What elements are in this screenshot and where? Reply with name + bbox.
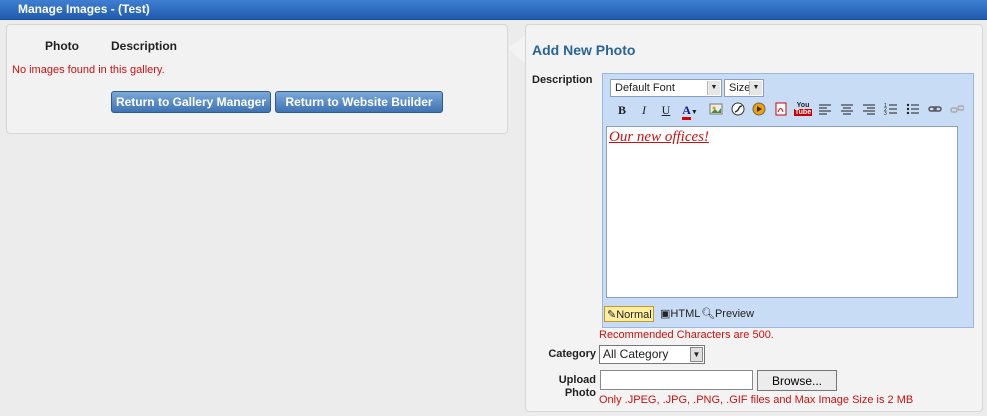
flash-icon[interactable]	[729, 102, 747, 118]
italic-icon[interactable]: I	[635, 102, 653, 118]
bold-icon[interactable]: B	[613, 102, 631, 118]
chevron-down-icon: ▼	[690, 347, 703, 362]
browse-button[interactable]: Browse...	[757, 370, 837, 391]
gallery-panel: Photo Description No images found in thi…	[6, 24, 508, 134]
tab-preview-label: Preview	[714, 308, 755, 320]
font-select[interactable]: Default Font ▼	[610, 79, 722, 97]
youtube-icon[interactable]: You Tube	[794, 102, 812, 118]
tab-normal-label: Normal	[616, 309, 652, 321]
chevron-down-icon: ▼	[707, 81, 720, 95]
font-select-value: Default Font	[615, 82, 675, 94]
description-label: Description	[532, 74, 593, 86]
window-title: Manage Images - (Test)	[18, 2, 150, 16]
media-icon[interactable]	[750, 102, 768, 118]
underline-icon[interactable]: U	[657, 102, 675, 118]
upload-photo-label: Upload Photo	[558, 374, 596, 399]
image-icon[interactable]	[707, 102, 725, 118]
column-header-description: Description	[111, 39, 178, 53]
font-color-icon[interactable]: A▼	[677, 102, 703, 120]
add-photo-title: Add New Photo	[532, 42, 636, 58]
title-bar: Manage Images - (Test)	[0, 0, 987, 20]
unlink-icon[interactable]	[948, 102, 966, 118]
panel-pointer	[508, 35, 525, 63]
link-icon[interactable]	[926, 102, 944, 118]
align-left-icon[interactable]	[816, 102, 834, 118]
column-header-photo: Photo	[45, 39, 79, 53]
add-photo-panel: Add New Photo Description Default Font ▼…	[525, 24, 983, 412]
category-select[interactable]: All Category ▼	[599, 345, 705, 364]
align-center-icon[interactable]	[838, 102, 856, 118]
return-website-builder-button[interactable]: Return to Website Builder	[275, 91, 443, 113]
upload-file-input[interactable]	[600, 370, 753, 390]
tab-normal[interactable]: ✎Normal	[604, 306, 654, 322]
unordered-list-icon[interactable]	[904, 102, 922, 118]
recommended-characters-note: Recommended Characters are 500.	[599, 329, 774, 341]
tab-preview[interactable]: 🔍︎Preview	[699, 306, 756, 322]
file-type-info: Only .JPEG, .JPG, .PNG, .GIF files and M…	[599, 394, 914, 406]
tab-html-label: HTML	[670, 308, 701, 320]
html-mode-icon: ▣	[660, 308, 671, 320]
size-select-value: Size	[729, 82, 751, 94]
editor-content-text: Our new offices!	[609, 129, 709, 145]
align-right-icon[interactable]	[860, 102, 878, 118]
normal-mode-icon: ✎	[607, 309, 617, 321]
ordered-list-icon[interactable]: 123	[882, 102, 900, 118]
size-select[interactable]: Size ▼	[724, 79, 764, 97]
tab-html[interactable]: ▣HTML	[658, 306, 702, 322]
rich-text-editor: Default Font ▼ Size ▼ B I U A▼ You Tube …	[602, 73, 974, 328]
category-label: Category	[548, 348, 596, 360]
editor-toolbar: B I U A▼ You Tube 1 2 3	[606, 100, 968, 120]
empty-gallery-message: No images found in this gallery.	[12, 64, 165, 76]
magnifier-icon: 🔍︎	[701, 308, 715, 320]
svg-text:3: 3	[884, 111, 887, 116]
editor-mode-tabs: ✎Normal ▣HTML 🔍︎Preview	[603, 305, 903, 323]
category-select-value: All Category	[603, 347, 669, 361]
pdf-icon[interactable]	[772, 102, 790, 118]
return-gallery-manager-button[interactable]: Return to Gallery Manager	[111, 91, 271, 113]
editor-content-area[interactable]: Our new offices!	[606, 126, 958, 298]
chevron-down-icon: ▼	[749, 81, 762, 95]
